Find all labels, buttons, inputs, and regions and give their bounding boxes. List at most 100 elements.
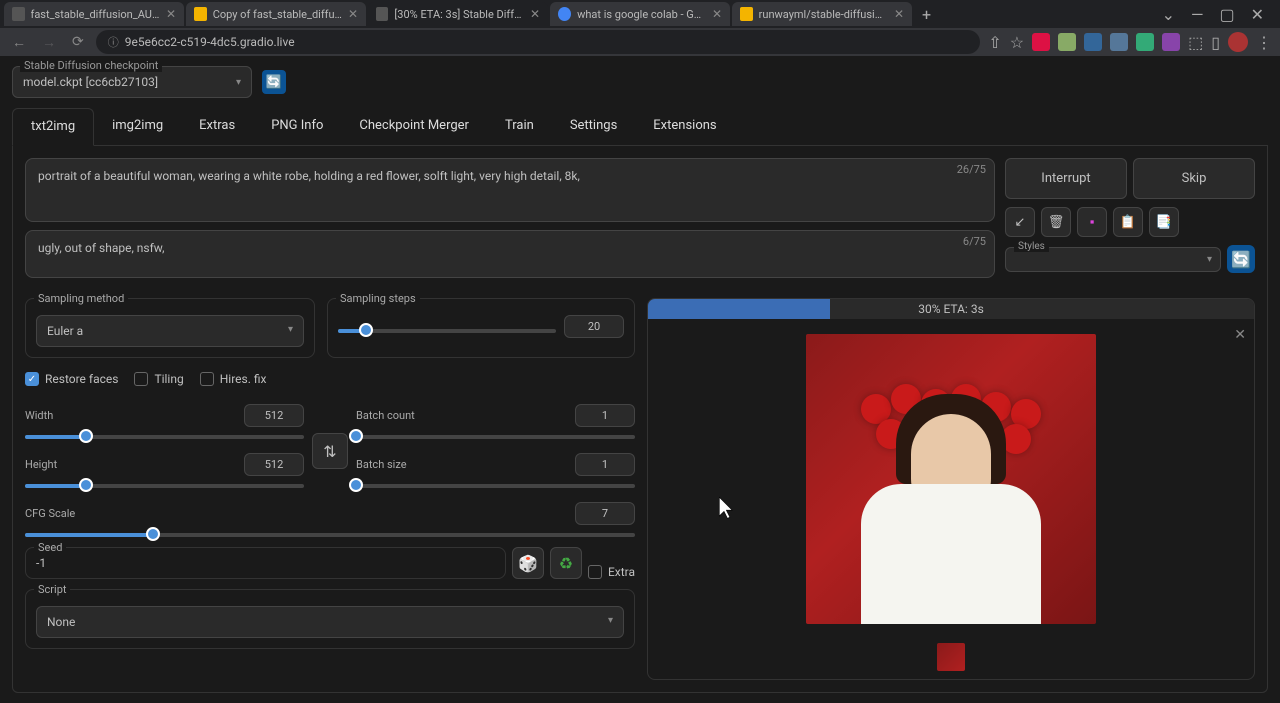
checkpoint-label: Stable Diffusion checkpoint <box>20 59 162 72</box>
trash-icon[interactable]: 🗑 <box>1041 207 1071 237</box>
new-tab-button[interactable]: + <box>914 5 939 24</box>
url-input[interactable]: ⓘ 9e5e6cc2-c519-4dc5.gradio.live <box>96 30 981 54</box>
browser-tab[interactable]: fast_stable_diffusion_AUTOM ✕ <box>4 2 184 26</box>
extension-icon[interactable] <box>1162 33 1180 51</box>
browser-tab[interactable]: runwayml/stable-diffusion-v1✕ <box>732 2 912 26</box>
batch-count-slider[interactable] <box>356 435 635 439</box>
tab-checkpoint-merger[interactable]: Checkpoint Merger <box>341 108 487 145</box>
output-image-area[interactable]: ✕ <box>648 319 1254 639</box>
width-value[interactable]: 512 <box>244 404 304 427</box>
cfg-scale-label: CFG Scale <box>25 507 75 520</box>
progress-text: 30% ETA: 3s <box>918 302 984 316</box>
tab-img2img[interactable]: img2img <box>94 108 181 145</box>
tab-title: what is google colab - Googl <box>577 8 706 21</box>
close-icon[interactable]: ✕ <box>530 7 540 21</box>
tab-txt2img[interactable]: txt2img <box>12 108 94 146</box>
clipboard-icon[interactable]: 📋 <box>1113 207 1143 237</box>
sampling-steps-slider[interactable] <box>338 329 556 333</box>
more-icon[interactable]: ⋮ <box>1256 33 1272 52</box>
tab-title: fast_stable_diffusion_AUTOM <box>31 8 160 21</box>
extension-icon[interactable] <box>1058 33 1076 51</box>
script-value: None <box>47 615 75 629</box>
batch-size-label: Batch size <box>356 458 407 471</box>
chevron-down-icon: ▾ <box>608 615 613 629</box>
refresh-styles-button[interactable]: 🔄 <box>1227 245 1255 273</box>
checkbox-icon <box>588 565 602 579</box>
close-icon[interactable]: ✕ <box>166 7 176 21</box>
close-icon[interactable]: ✕ <box>894 7 904 21</box>
style-save-icon[interactable]: ▪ <box>1077 207 1107 237</box>
extension-icon[interactable] <box>1084 33 1102 51</box>
checkbox-icon: ✓ <box>25 372 39 386</box>
browser-tab[interactable]: Copy of fast_stable_diffusion✕ <box>186 2 366 26</box>
browser-tab[interactable]: what is google colab - Googl ✕ <box>550 2 730 26</box>
hires-fix-checkbox[interactable]: Hires. fix <box>200 372 267 386</box>
chevron-down-icon: ▾ <box>236 77 241 88</box>
batch-count-label: Batch count <box>356 409 415 422</box>
tab-train[interactable]: Train <box>487 108 552 145</box>
arrow-icon[interactable]: ↙ <box>1005 207 1035 237</box>
side-panel-icon[interactable]: ▯ <box>1211 33 1220 52</box>
extensions-puzzle-icon[interactable]: ⬚ <box>1188 33 1203 52</box>
extension-icon[interactable] <box>1032 33 1050 51</box>
tab-extensions[interactable]: Extensions <box>635 108 734 145</box>
width-slider[interactable] <box>25 435 304 439</box>
generated-image[interactable] <box>806 334 1096 624</box>
close-icon[interactable]: ✕ <box>712 7 722 21</box>
sampling-steps-label: Sampling steps <box>336 292 420 305</box>
batch-count-value[interactable]: 1 <box>575 404 635 427</box>
neg-prompt-token-count: 6/75 <box>963 235 986 248</box>
random-seed-button[interactable]: 🎲 <box>512 547 544 579</box>
sampling-method-select[interactable]: Euler a ▾ <box>36 315 304 347</box>
maximize-icon[interactable]: ▢ <box>1219 5 1234 24</box>
thumbnail[interactable] <box>937 643 965 671</box>
height-label: Height <box>25 458 57 471</box>
extension-icon[interactable] <box>1110 33 1128 51</box>
tab-png-info[interactable]: PNG Info <box>253 108 341 145</box>
height-slider[interactable] <box>25 484 304 488</box>
reuse-seed-button[interactable]: ♻ <box>550 547 582 579</box>
browser-tab-active[interactable]: [30% ETA: 3s] Stable Diffusion✕ <box>368 2 548 26</box>
seed-input[interactable]: -1 <box>36 556 495 570</box>
tab-extras[interactable]: Extras <box>181 108 253 145</box>
height-value[interactable]: 512 <box>244 453 304 476</box>
restore-faces-checkbox[interactable]: ✓Restore faces <box>25 372 118 386</box>
reload-button[interactable]: ⟳ <box>68 32 88 52</box>
batch-size-value[interactable]: 1 <box>575 453 635 476</box>
site-info-icon[interactable]: ⓘ <box>108 34 119 50</box>
tab-favicon <box>558 7 571 21</box>
back-button[interactable]: ← <box>8 32 30 53</box>
close-icon[interactable]: ✕ <box>348 7 358 21</box>
prompt-input[interactable]: 26/75 portrait of a beautiful woman, wea… <box>25 158 995 222</box>
chevron-down-icon: ▾ <box>1207 254 1212 265</box>
extension-icon[interactable] <box>1136 33 1154 51</box>
styles-label: Styles <box>1014 241 1049 252</box>
script-label: Script <box>34 583 70 596</box>
extra-checkbox[interactable]: Extra <box>588 565 635 579</box>
cfg-scale-value[interactable]: 7 <box>575 502 635 525</box>
bookmark-icon[interactable]: ☆ <box>1010 33 1024 52</box>
skip-button[interactable]: Skip <box>1133 158 1255 199</box>
tiling-checkbox[interactable]: Tiling <box>134 372 183 386</box>
swap-dimensions-button[interactable]: ⇅ <box>312 433 348 469</box>
tab-settings[interactable]: Settings <box>552 108 635 145</box>
refresh-checkpoint-button[interactable]: 🔄 <box>262 70 286 94</box>
seed-label: Seed <box>34 541 66 554</box>
forward-button[interactable]: → <box>38 32 60 53</box>
styles-select[interactable]: Styles ▾ <box>1005 247 1221 272</box>
profile-avatar[interactable] <box>1228 32 1248 52</box>
sampling-method-value: Euler a <box>47 324 83 338</box>
sampling-steps-value[interactable]: 20 <box>564 315 624 338</box>
batch-size-slider[interactable] <box>356 484 635 488</box>
close-window-icon[interactable]: ✕ <box>1251 5 1264 24</box>
apply-style-icon[interactable]: 📑 <box>1149 207 1179 237</box>
script-select[interactable]: None ▾ <box>36 606 624 638</box>
share-icon[interactable]: ⇧ <box>988 33 1001 52</box>
minimize-icon[interactable]: — <box>1191 5 1204 24</box>
cfg-scale-slider[interactable] <box>25 533 635 537</box>
chevron-down-icon[interactable]: ⌄ <box>1162 5 1175 24</box>
negative-prompt-input[interactable]: 6/75 ugly, out of shape, nsfw, <box>25 230 995 278</box>
tab-favicon <box>376 7 388 21</box>
close-icon[interactable]: ✕ <box>1234 327 1246 343</box>
interrupt-button[interactable]: Interrupt <box>1005 158 1127 199</box>
